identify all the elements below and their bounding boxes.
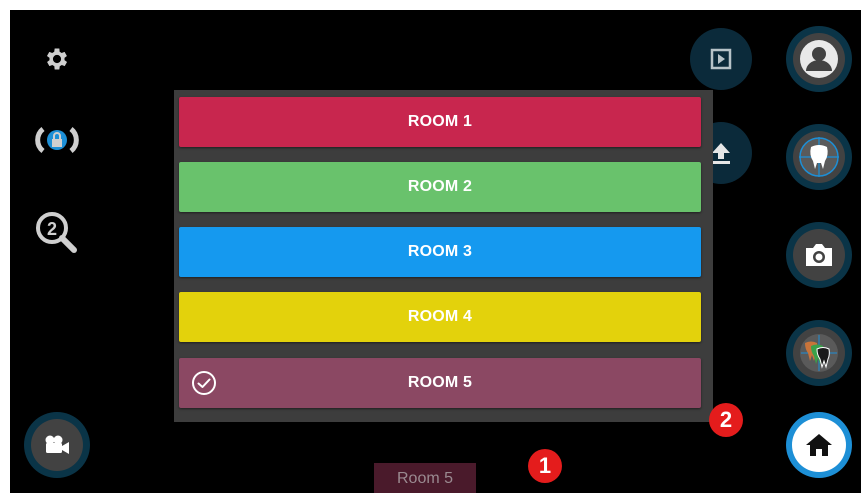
camera-icon: [793, 229, 845, 281]
profile-button[interactable]: [786, 26, 852, 92]
zoom-2-icon[interactable]: 2: [32, 210, 82, 256]
room-option-label: ROOM 2: [407, 178, 473, 195]
room-option-2[interactable]: ROOM 2: [179, 162, 701, 212]
home-icon: [792, 418, 846, 472]
tooth-crosshair-icon: [793, 131, 845, 183]
settings-gear-icon[interactable]: [40, 42, 74, 76]
room-option-3[interactable]: ROOM 3: [179, 227, 701, 277]
room-option-4[interactable]: ROOM 4: [179, 292, 701, 342]
check-circle-icon: [192, 371, 216, 395]
room-option-label: ROOM 5: [407, 374, 473, 391]
teeth-layers-button[interactable]: [786, 320, 852, 386]
current-room-indicator[interactable]: Room 5: [374, 463, 476, 493]
tooth-crosshair-button[interactable]: [786, 124, 852, 190]
video-camera-icon: [31, 419, 83, 471]
play-button[interactable]: [690, 28, 752, 90]
play-icon: [710, 48, 732, 70]
app-screen: 2 ROOM 1 ROOM 2 ROOM 3 ROOM 4 ROOM 5 Roo…: [10, 10, 861, 493]
annotation-badge-2: 2: [709, 403, 743, 437]
room-option-1[interactable]: ROOM 1: [179, 97, 701, 147]
svg-text:2: 2: [47, 219, 57, 239]
room-option-label: ROOM 1: [407, 113, 473, 130]
person-icon: [793, 33, 845, 85]
video-camera-button[interactable]: [24, 412, 90, 478]
room-option-5[interactable]: ROOM 5: [179, 358, 701, 408]
upload-icon: [712, 143, 730, 164]
room-option-label: ROOM 4: [407, 308, 473, 325]
camera-button[interactable]: [786, 222, 852, 288]
teeth-layers-icon: [793, 327, 845, 379]
annotation-badge-1: 1: [528, 449, 562, 483]
room-selection-dialog: ROOM 1 ROOM 2 ROOM 3 ROOM 4 ROOM 5: [174, 90, 713, 422]
lock-rotate-icon[interactable]: [32, 120, 82, 160]
room-option-label: ROOM 3: [407, 243, 473, 260]
home-button[interactable]: [786, 412, 852, 478]
